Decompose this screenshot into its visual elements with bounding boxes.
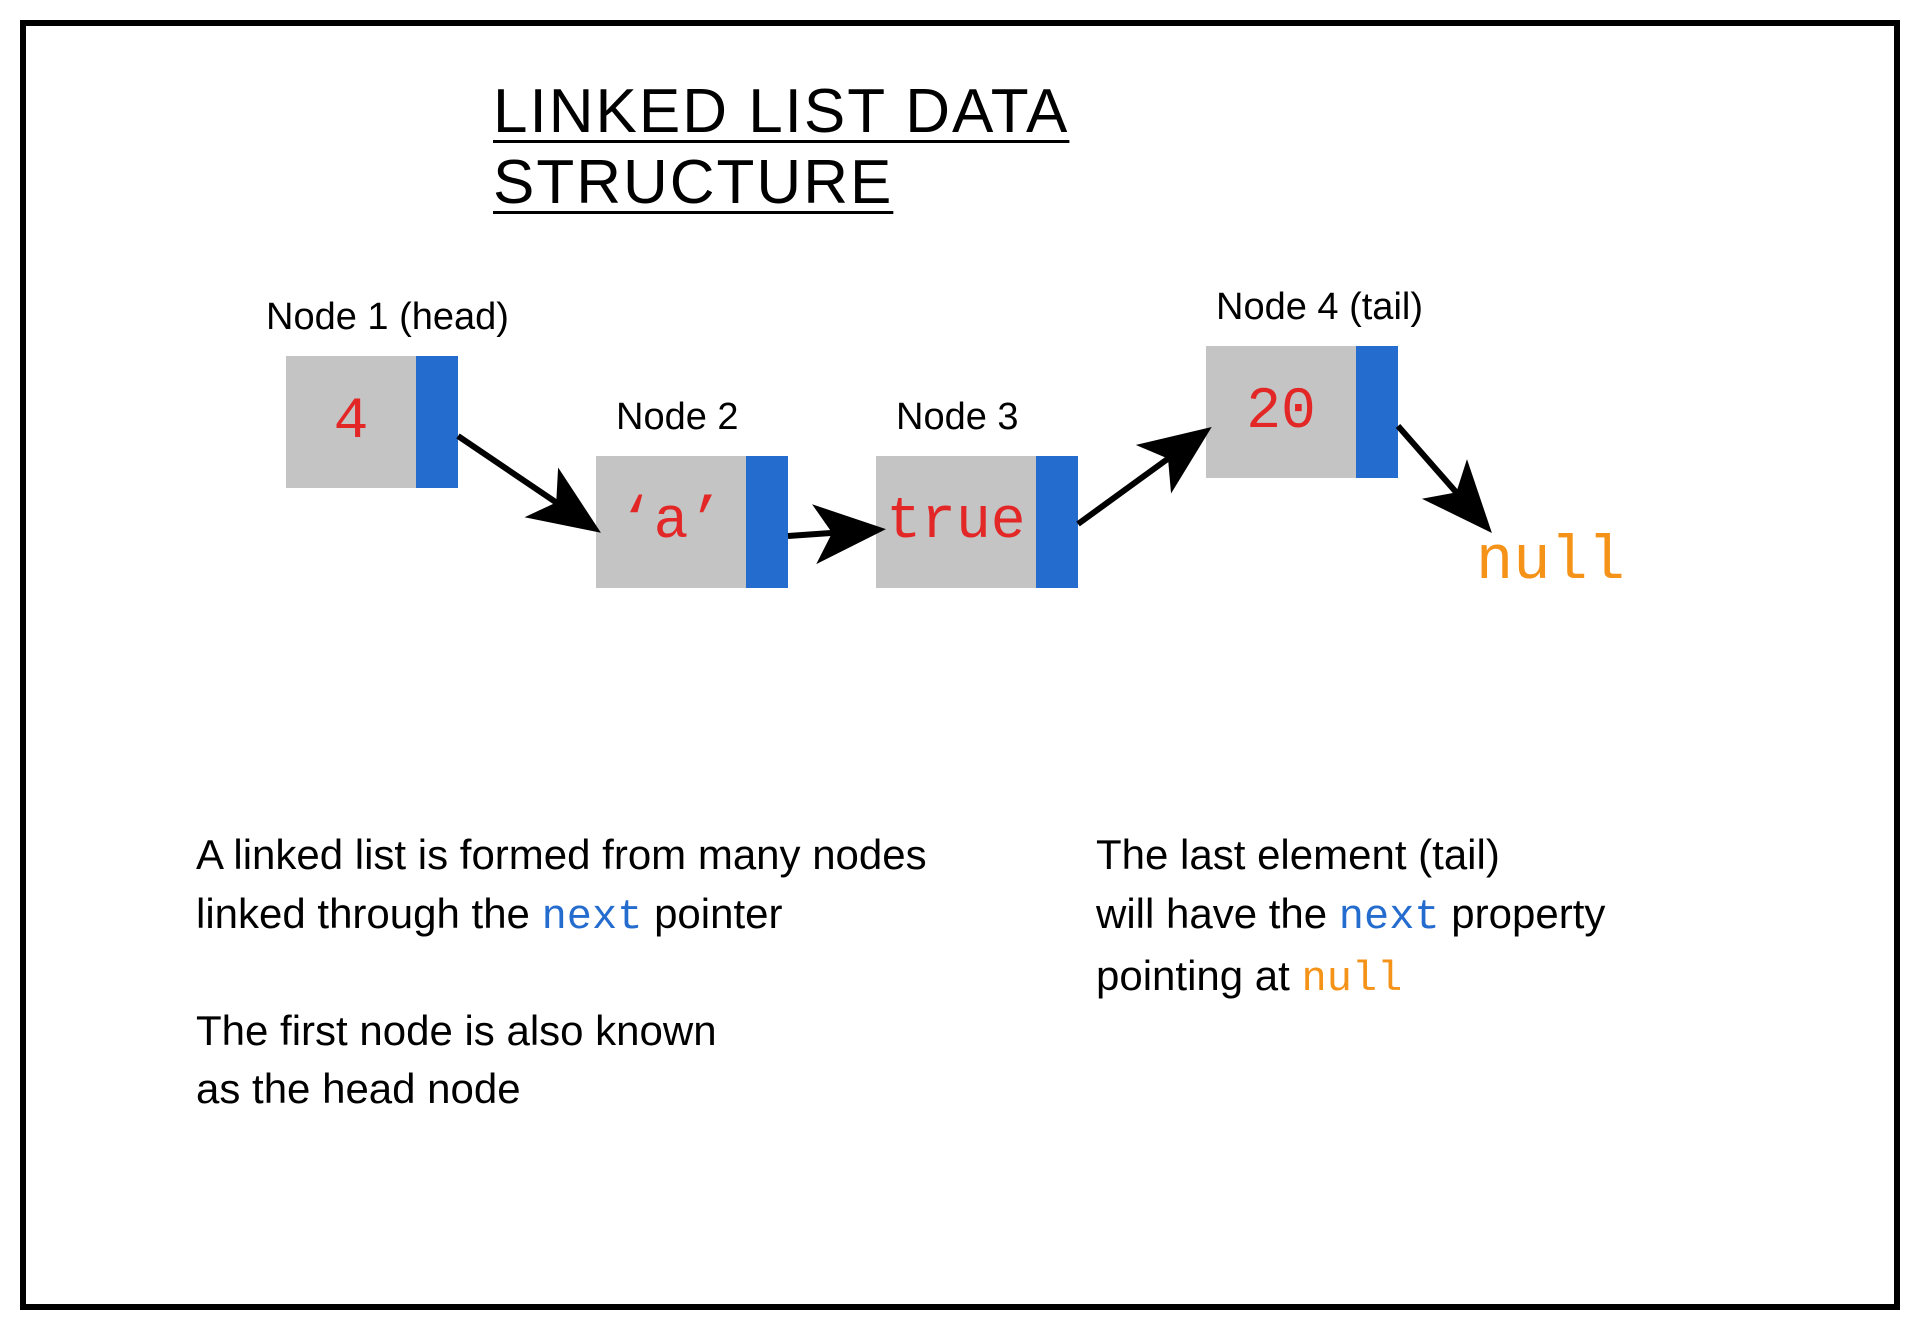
arrow-icon	[458, 436, 591, 526]
text-line: will have the next property	[1096, 885, 1796, 947]
linked-list-diagram: Node 1 (head) 4 Node 2 ‘a’ Node 3 true N…	[26, 266, 1894, 666]
text: linked through the	[196, 890, 542, 937]
text: The last element (tail)	[1096, 831, 1500, 878]
page-title: LINKED LIST DATA STRUCTURE	[493, 76, 1427, 218]
spacer	[196, 947, 1016, 1002]
text: property	[1440, 890, 1606, 937]
keyword-null: null	[1302, 955, 1403, 1003]
text: The first node is also known	[196, 1007, 717, 1054]
text-line: linked through the next pointer	[196, 885, 1016, 947]
text: pointer	[642, 890, 782, 937]
text-line: pointing at null	[1096, 947, 1796, 1009]
arrows-layer	[26, 266, 1906, 666]
arrow-icon	[1078, 434, 1202, 524]
keyword-next: next	[1339, 893, 1440, 941]
description-left: A linked list is formed from many nodes …	[196, 826, 1016, 1119]
text: as the head node	[196, 1065, 521, 1112]
arrow-icon	[788, 530, 874, 536]
text: A linked list is formed from many nodes	[196, 831, 927, 878]
keyword-next: next	[542, 893, 643, 941]
text-line: The last element (tail)	[1096, 826, 1796, 885]
arrow-icon	[1398, 426, 1484, 524]
diagram-frame: LINKED LIST DATA STRUCTURE Node 1 (head)…	[20, 20, 1900, 1310]
text: will have the	[1096, 890, 1339, 937]
text-line: A linked list is formed from many nodes	[196, 826, 1016, 885]
text: pointing at	[1096, 952, 1302, 999]
text-line: as the head node	[196, 1060, 1016, 1119]
text-line: The first node is also known	[196, 1002, 1016, 1061]
description-right: The last element (tail) will have the ne…	[1096, 826, 1796, 1008]
